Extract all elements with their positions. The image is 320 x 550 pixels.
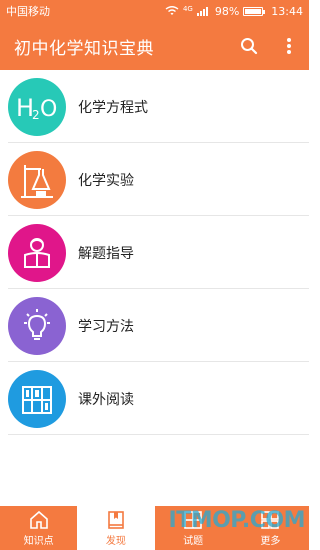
home-icon: [29, 510, 48, 529]
tab-label: 发现: [105, 536, 126, 547]
watermark-logo: ITMOP.COM: [168, 508, 306, 533]
lab-flask-icon: [8, 150, 66, 209]
tab-discover[interactable]: 发现: [77, 506, 155, 550]
carrier-name: 中国移动: [6, 5, 50, 18]
list-item-equations[interactable]: H 2 O 化学方程式: [0, 70, 309, 143]
signal-icon: [196, 7, 208, 16]
h2o-icon: H 2 O: [8, 77, 66, 136]
clock: 13:44: [271, 4, 303, 18]
tab-label: 更多: [260, 536, 281, 547]
search-button[interactable]: [229, 22, 269, 70]
list-item-problem-guide[interactable]: 解题指导: [0, 216, 309, 289]
page-title: 初中化学知识宝典: [14, 38, 154, 59]
search-icon: [241, 38, 258, 55]
battery-percent: 98%: [214, 4, 240, 18]
tab-knowledge[interactable]: 知识点: [0, 506, 77, 550]
more-options-button[interactable]: [269, 22, 309, 70]
app-bar: 初中化学知识宝典: [0, 22, 309, 70]
book-icon: [108, 511, 124, 529]
category-list: H 2 O 化学方程式 化学实验 解题指导 学习方法 课外阅读: [0, 70, 309, 435]
lightbulb-icon: [8, 296, 66, 355]
tab-label: 知识点: [23, 536, 54, 547]
list-item-label: 课外阅读: [78, 391, 134, 408]
list-item-label: 学习方法: [78, 318, 134, 335]
network-type: 4G: [182, 4, 193, 13]
list-item-label: 解题指导: [78, 245, 134, 262]
list-item-label: 化学实验: [78, 172, 134, 189]
h2o-subscript-text: 2: [32, 108, 40, 122]
battery-icon: [243, 6, 266, 16]
bookshelf-icon: [8, 369, 66, 428]
wifi-icon: [165, 6, 179, 15]
list-item-experiments[interactable]: 化学实验: [0, 143, 309, 216]
h2o-o-text: O: [40, 97, 57, 122]
list-item-extra-reading[interactable]: 课外阅读: [0, 362, 309, 435]
more-vertical-icon: [287, 38, 291, 54]
status-bar: 中国移动 4G 98% 13:44: [0, 0, 309, 22]
student-reading-icon: [8, 223, 66, 282]
tab-label: 试题: [183, 536, 204, 547]
list-item-study-methods[interactable]: 学习方法: [0, 289, 309, 362]
battery-fill: [245, 8, 261, 14]
status-icons: 4G 98% 13:44: [165, 5, 303, 18]
list-item-label: 化学方程式: [78, 99, 148, 116]
